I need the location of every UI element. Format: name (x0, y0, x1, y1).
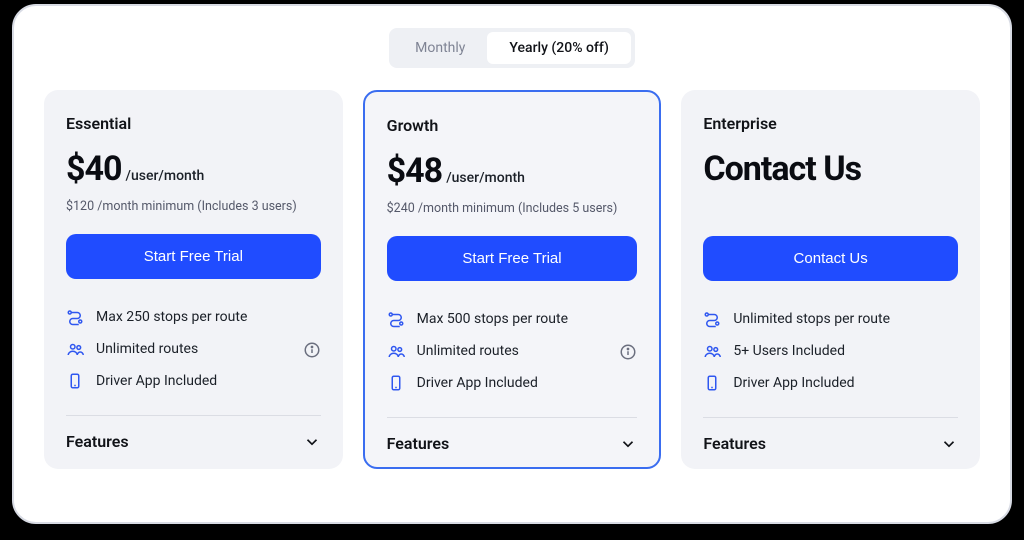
plan-card-enterprise: Enterprise Contact Us Contact Us Unlimit… (681, 90, 980, 469)
plan-price-unit: /user/month (446, 170, 525, 186)
phone-icon (66, 372, 84, 390)
billing-toggle-wrap: Monthly Yearly (20% off) (44, 28, 980, 68)
plan-card-essential: Essential $40 /user/month $120 /month mi… (44, 90, 343, 469)
plan-name: Growth (387, 116, 638, 135)
users-icon (387, 342, 405, 360)
features-toggle[interactable]: Features (387, 428, 638, 455)
feature-item: Driver App Included (703, 367, 958, 399)
feature-text: 5+ Users Included (733, 343, 845, 359)
divider (703, 417, 958, 418)
feature-text: Unlimited routes (417, 343, 519, 359)
billing-toggle: Monthly Yearly (20% off) (389, 28, 635, 68)
start-trial-button[interactable]: Start Free Trial (66, 234, 321, 279)
feature-item: 5+ Users Included (703, 335, 958, 367)
feature-list: Unlimited stops per route 5+ Users Inclu… (703, 303, 958, 399)
plan-cards: Essential $40 /user/month $120 /month mi… (44, 90, 980, 469)
route-icon (387, 310, 405, 328)
feature-item: Max 250 stops per route (66, 301, 321, 333)
plan-minimum: $240 /month minimum (Includes 5 users) (387, 201, 638, 216)
pricing-panel: Monthly Yearly (20% off) Essential $40 /… (12, 4, 1012, 524)
features-label: Features (703, 434, 766, 453)
feature-text: Max 500 stops per route (417, 311, 568, 327)
feature-item: Max 500 stops per route (387, 303, 638, 335)
info-icon[interactable] (619, 343, 637, 361)
feature-item: Unlimited stops per route (703, 303, 958, 335)
plan-name: Essential (66, 114, 321, 133)
toggle-monthly[interactable]: Monthly (393, 32, 487, 64)
divider (66, 415, 321, 416)
feature-item: Unlimited routes (387, 335, 638, 367)
feature-text: Driver App Included (96, 373, 217, 389)
phone-icon (387, 374, 405, 392)
features-label: Features (66, 432, 129, 451)
feature-text: Unlimited stops per route (733, 311, 890, 327)
plan-price: $40 (66, 149, 122, 189)
feature-list: Max 500 stops per route Unlimited routes… (387, 303, 638, 399)
route-icon (66, 308, 84, 326)
plan-price: Contact Us (703, 149, 958, 189)
feature-text: Max 250 stops per route (96, 309, 247, 325)
divider (387, 417, 638, 418)
feature-text: Driver App Included (417, 375, 538, 391)
feature-item: Driver App Included (66, 365, 321, 397)
plan-price-unit: /user/month (126, 168, 205, 184)
chevron-down-icon (940, 435, 958, 453)
contact-us-button[interactable]: Contact Us (703, 236, 958, 281)
chevron-down-icon (303, 433, 321, 451)
info-icon[interactable] (303, 341, 321, 359)
route-icon (703, 310, 721, 328)
features-toggle[interactable]: Features (66, 426, 321, 453)
feature-text: Driver App Included (733, 375, 854, 391)
feature-list: Max 250 stops per route Unlimited routes… (66, 301, 321, 397)
spacer (703, 199, 958, 216)
phone-icon (703, 374, 721, 392)
toggle-yearly[interactable]: Yearly (20% off) (487, 32, 630, 64)
users-icon (66, 340, 84, 358)
plan-card-growth: Growth $48 /user/month $240 /month minim… (363, 90, 662, 469)
feature-text: Unlimited routes (96, 341, 198, 357)
price-row: $48 /user/month (387, 151, 638, 191)
plan-price: $48 (387, 151, 443, 191)
chevron-down-icon (619, 435, 637, 453)
plan-name: Enterprise (703, 114, 958, 133)
feature-item: Unlimited routes (66, 333, 321, 365)
plan-minimum: $120 /month minimum (Includes 3 users) (66, 199, 321, 214)
features-label: Features (387, 434, 450, 453)
price-row: $40 /user/month (66, 149, 321, 189)
users-icon (703, 342, 721, 360)
start-trial-button[interactable]: Start Free Trial (387, 236, 638, 281)
feature-item: Driver App Included (387, 367, 638, 399)
features-toggle[interactable]: Features (703, 428, 958, 455)
